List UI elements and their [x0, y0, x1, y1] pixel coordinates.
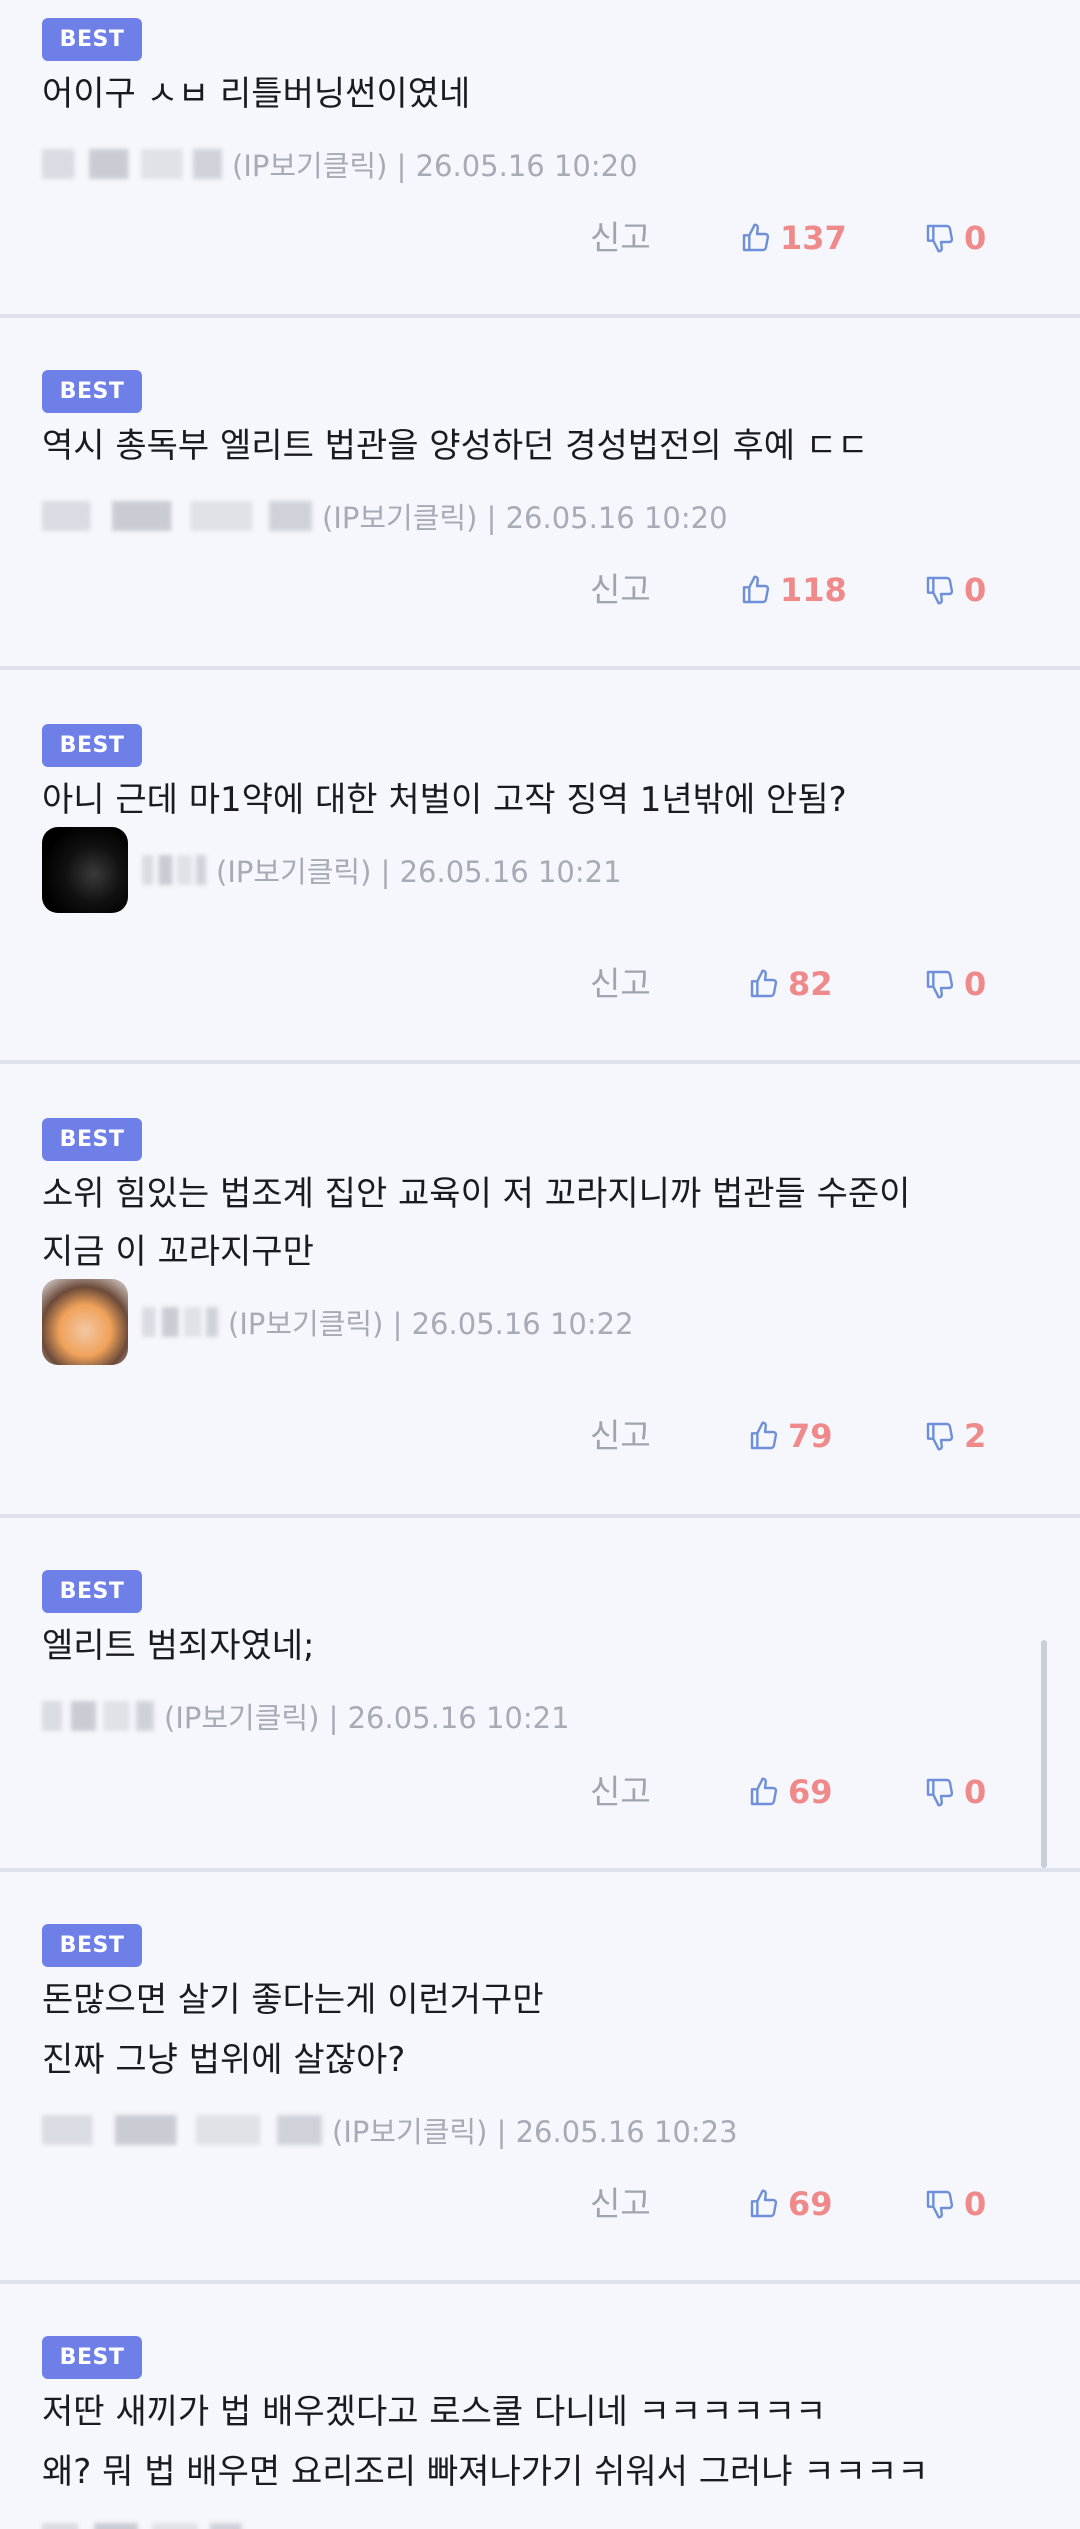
comment-item: BEST 어이구 ㅅㅂ 리틀버닝썬이였네 (IP보기클릭) | 26.05.16…: [0, 0, 1080, 314]
best-badge: BEST: [42, 1118, 142, 1161]
comment-meta: (IP보기클릭) | 26.05.16 10:20: [42, 494, 728, 538]
comment-meta: [42, 2516, 252, 2529]
comment-actions: 신고 82 0: [0, 962, 1080, 1006]
comment-item: BEST 아니 근데 마1약에 대한 처벌이 고작 징역 1년밖에 안됨? (I…: [0, 670, 1080, 1060]
comment-item: BEST 엘리트 범죄자였네; (IP보기클릭) | 26.05.16 10:2…: [0, 1518, 1080, 1868]
comment-actions: 신고 79 2: [0, 1414, 1080, 1458]
comment-actions: 신고 69 0: [0, 2182, 1080, 2226]
like-count: 82: [788, 965, 833, 1003]
comment-meta: (IP보기클릭) | 26.05.16 10:21: [42, 827, 622, 913]
dislike-button[interactable]: 0: [924, 216, 986, 260]
comment-meta: (IP보기클릭) | 26.05.16 10:22: [42, 1279, 634, 1365]
best-badge: BEST: [42, 1924, 142, 1967]
report-button[interactable]: 신고: [590, 1414, 651, 1458]
comment-meta: (IP보기클릭) | 26.05.16 10:21: [42, 1694, 570, 1738]
thumbs-down-icon: [926, 1422, 954, 1451]
dislike-count: 0: [964, 571, 987, 609]
comment-text: 어이구 ㅅㅂ 리틀버닝썬이였네: [42, 74, 471, 114]
thumbs-up-icon: [750, 1777, 778, 1806]
comment-item: BEST 돈많으면 살기 좋다는게 이런거구만 진짜 그냥 법위에 살잖아? (…: [0, 1872, 1080, 2280]
like-button[interactable]: 69: [748, 1770, 833, 1814]
comment-meta-text[interactable]: (IP보기클릭) | 26.05.16 10:23: [332, 2109, 738, 2151]
blurred-nickname: [42, 2115, 322, 2145]
like-button[interactable]: 118: [740, 568, 847, 612]
best-badge: BEST: [42, 724, 142, 767]
like-count: 137: [780, 219, 847, 257]
like-count: 118: [780, 571, 847, 609]
thumbs-up-icon: [750, 2189, 778, 2218]
dislike-button[interactable]: 0: [924, 962, 986, 1006]
thumbs-down-icon: [926, 2190, 954, 2219]
comment-meta: (IP보기클릭) | 26.05.16 10:23: [42, 2108, 738, 2152]
best-badge: BEST: [42, 370, 142, 413]
like-button[interactable]: 79: [748, 1414, 833, 1458]
avatar[interactable]: [42, 1279, 128, 1365]
comment-text: 저딴 새끼가 법 배우겠다고 로스쿨 다니네 ㅋㅋㅋㅋㅋㅋ: [42, 2392, 827, 2432]
comment-meta-text[interactable]: (IP보기클릭) | 26.05.16 10:22: [228, 1301, 634, 1343]
comment-text: 지금 이 꼬라지구만: [42, 1232, 314, 1272]
comment-actions: 신고 69 0: [0, 1770, 1080, 1814]
report-button[interactable]: 신고: [590, 962, 651, 1006]
blurred-nickname: [42, 1701, 154, 1731]
dislike-count: 0: [964, 219, 987, 257]
like-count: 69: [788, 1773, 833, 1811]
dislike-count: 0: [964, 1773, 987, 1811]
comment-text: 진짜 그냥 법위에 살잖아?: [42, 2040, 406, 2080]
report-button[interactable]: 신고: [590, 568, 651, 612]
thumbs-down-icon: [926, 970, 954, 999]
avatar[interactable]: [42, 827, 128, 913]
comment-actions: 신고 118 0: [0, 568, 1080, 612]
report-button[interactable]: 신고: [590, 1770, 651, 1814]
best-badge: BEST: [42, 18, 142, 61]
blurred-nickname: [142, 1307, 218, 1337]
comment-text: 역시 총독부 엘리트 법관을 양성하던 경성법전의 후예 ㄷㄷ: [42, 426, 869, 466]
best-badge: BEST: [42, 2336, 142, 2379]
thumbs-down-icon: [926, 1778, 954, 1807]
comment-actions: 신고 137 0: [0, 216, 1080, 260]
dislike-button[interactable]: 0: [924, 2182, 986, 2226]
dislike-button[interactable]: 0: [924, 1770, 986, 1814]
comment-text: 돈많으면 살기 좋다는게 이런거구만: [42, 1980, 544, 2020]
comment-meta-text[interactable]: (IP보기클릭) | 26.05.16 10:20: [322, 495, 728, 537]
comment-meta-text[interactable]: (IP보기클릭) | 26.05.16 10:21: [164, 1695, 570, 1737]
best-badge: BEST: [42, 1570, 142, 1613]
comment-text: 아니 근데 마1약에 대한 처벌이 고작 징역 1년밖에 안됨?: [42, 780, 847, 820]
blurred-nickname: [42, 501, 312, 531]
thumbs-up-icon: [750, 1421, 778, 1450]
comment-item: BEST 역시 총독부 엘리트 법관을 양성하던 경성법전의 후예 ㄷㄷ (IP…: [0, 318, 1080, 666]
like-button[interactable]: 137: [740, 216, 847, 260]
dislike-button[interactable]: 2: [924, 1414, 986, 1458]
like-count: 69: [788, 2185, 833, 2223]
comment-list: BEST 어이구 ㅅㅂ 리틀버닝썬이였네 (IP보기클릭) | 26.05.16…: [0, 0, 1080, 2529]
blurred-nickname: [42, 149, 222, 179]
comment-text: 왜? 뭐 법 배우면 요리조리 빠져나가기 쉬워서 그러냐 ㅋㅋㅋㅋ: [42, 2452, 929, 2492]
comment-meta: (IP보기클릭) | 26.05.16 10:20: [42, 142, 638, 186]
dislike-count: 0: [964, 2185, 987, 2223]
dislike-count: 0: [964, 965, 987, 1003]
thumbs-down-icon: [926, 224, 954, 253]
blurred-nickname: [42, 2523, 242, 2529]
report-button[interactable]: 신고: [590, 216, 651, 260]
comment-meta-text[interactable]: (IP보기클릭) | 26.05.16 10:20: [232, 143, 638, 185]
blurred-nickname: [142, 855, 206, 885]
thumbs-up-icon: [742, 223, 770, 252]
report-button[interactable]: 신고: [590, 2182, 651, 2226]
comment-text: 엘리트 범죄자였네;: [42, 1626, 315, 1666]
thumbs-down-icon: [926, 576, 954, 605]
comment-item: BEST 소위 힘있는 법조계 집안 교육이 저 꼬라지니까 법관들 수준이 지…: [0, 1064, 1080, 1514]
thumbs-up-icon: [742, 575, 770, 604]
thumbs-up-icon: [750, 969, 778, 998]
comment-item: BEST 저딴 새끼가 법 배우겠다고 로스쿨 다니네 ㅋㅋㅋㅋㅋㅋ 왜? 뭐 …: [0, 2284, 1080, 2529]
comment-text: 소위 힘있는 법조계 집안 교육이 저 꼬라지니까 법관들 수준이: [42, 1174, 911, 1214]
like-count: 79: [788, 1417, 833, 1455]
like-button[interactable]: 82: [748, 962, 833, 1006]
scrollbar[interactable]: [1041, 1640, 1047, 1868]
dislike-count: 2: [964, 1417, 987, 1455]
like-button[interactable]: 69: [748, 2182, 833, 2226]
dislike-button[interactable]: 0: [924, 568, 986, 612]
comment-meta-text[interactable]: (IP보기클릭) | 26.05.16 10:21: [216, 849, 622, 891]
